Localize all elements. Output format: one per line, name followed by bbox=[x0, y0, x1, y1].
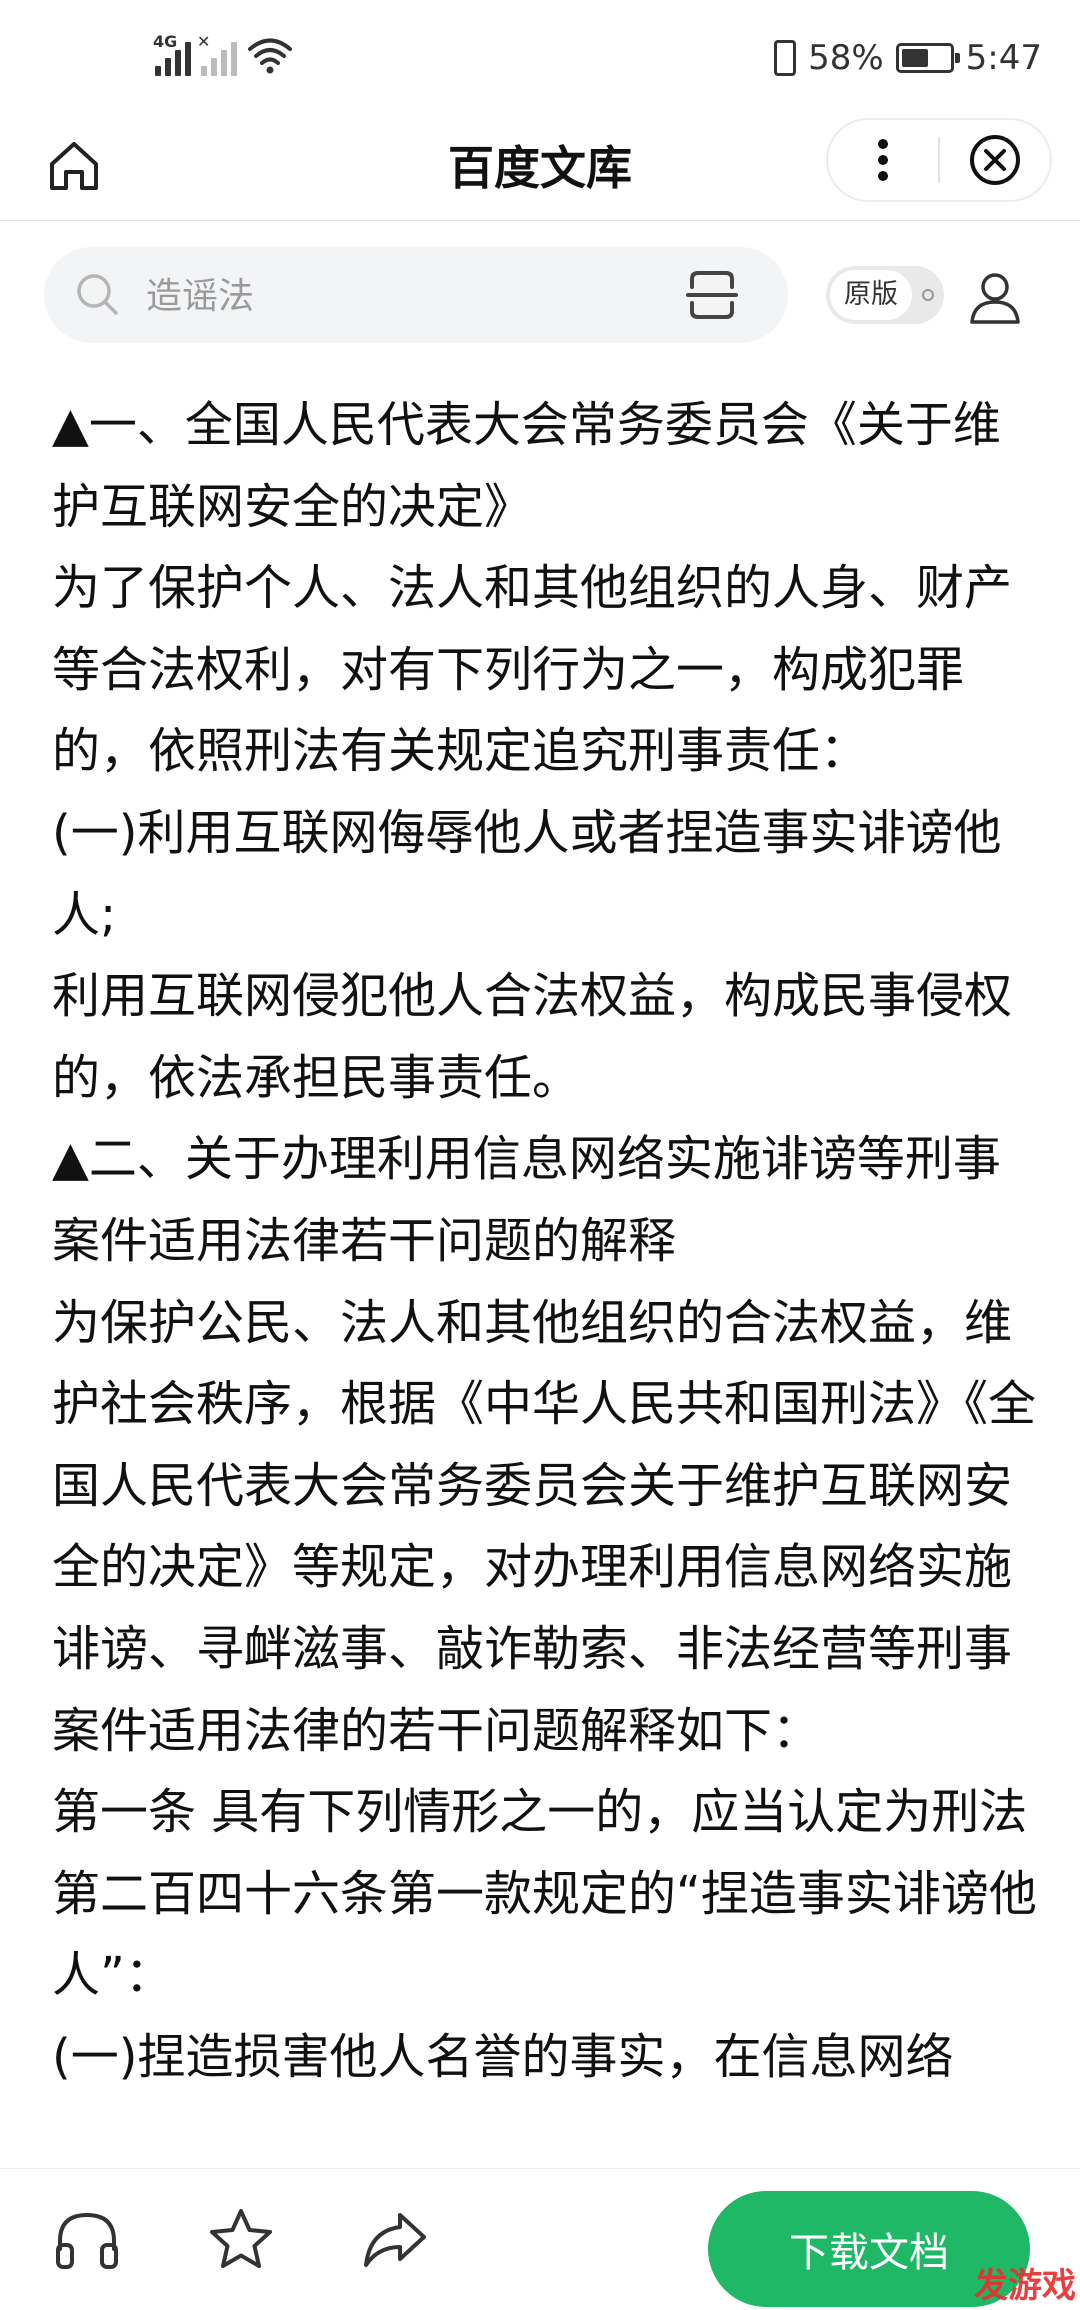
search-icon bbox=[77, 274, 118, 315]
doc-paragraph-partial: (一)捏造损害他人名誉的事实，在信息网络 bbox=[52, 2028, 954, 2085]
more-button[interactable] bbox=[828, 120, 938, 200]
vibrate-icon bbox=[774, 40, 797, 76]
doc-paragraph: (一)利用互联网侮辱他人或者捏造事实诽谤他人; bbox=[52, 804, 1002, 943]
battery-icon bbox=[895, 43, 960, 73]
close-button[interactable] bbox=[940, 120, 1050, 200]
site-watermark: 发游戏 bbox=[974, 2266, 1076, 2306]
original-version-toggle[interactable]: 原版 bbox=[826, 266, 944, 324]
doc-paragraph: 第一条 具有下列情形之一的，应当认定为刑法第二百四十六条第一款规定的“捏造事实诽… bbox=[52, 1784, 1037, 2004]
mini-program-capsule bbox=[826, 118, 1052, 202]
status-right: 58% 5:47 bbox=[774, 38, 1042, 78]
document-content: ▲一、全国人民代表大会常务委员会《关于维护互联网安全的决定》 为了保护个人、法人… bbox=[52, 385, 1042, 2163]
more-icon bbox=[878, 139, 888, 181]
doc-paragraph: 为了保护个人、法人和其他组织的人身、财产等合法权利，对有下列行为之一，构成犯罪的… bbox=[52, 560, 1013, 780]
doc-heading-1: ▲一、全国人民代表大会常务委员会《关于维护互联网安全的决定》 bbox=[52, 397, 1001, 535]
toggle-knob bbox=[922, 289, 934, 301]
scan-icon[interactable] bbox=[684, 267, 740, 323]
search-input[interactable] bbox=[144, 265, 668, 327]
doc-paragraph: 利用互联网侵犯他人合法权益，构成民事侵权的，依法承担民事责任。 bbox=[52, 968, 1013, 1106]
user-icon[interactable] bbox=[966, 268, 1024, 326]
battery-percent: 58% bbox=[808, 38, 884, 78]
page: 4G ✕ 58% 5:47 百度文库 造谣法 原版 ▲一、全国人民代表大会常务委… bbox=[0, 0, 1080, 2310]
star-icon[interactable] bbox=[206, 2205, 276, 2275]
status-left: 4G ✕ bbox=[153, 32, 293, 76]
clock: 5:47 bbox=[965, 38, 1042, 78]
headphones-icon[interactable] bbox=[52, 2205, 122, 2275]
battery-level bbox=[901, 49, 929, 67]
title-bar: 百度文库 bbox=[0, 118, 1080, 221]
second-signal-icon: ✕ bbox=[197, 32, 237, 76]
bottom-toolbar: 下载文档 发游戏 bbox=[0, 2168, 1080, 2310]
wifi-icon bbox=[248, 38, 292, 74]
search-bar[interactable] bbox=[44, 247, 788, 343]
doc-heading-2: ▲二、关于办理利用信息网络实施诽谤等刑事案件适用法律若干问题的解释 bbox=[52, 1131, 1001, 1269]
network-type-label: 4G bbox=[153, 32, 178, 51]
share-icon[interactable] bbox=[360, 2205, 430, 2275]
doc-paragraph: 为保护公民、法人和其他组织的合法权益，维护社会秩序，根据《中华人民共和国刑法》《… bbox=[52, 1294, 1037, 1759]
close-circle-icon bbox=[970, 135, 1020, 185]
cellular-signal-icon: 4G bbox=[153, 32, 191, 76]
status-bar: 4G ✕ 58% 5:47 bbox=[0, 0, 1080, 118]
original-toggle-label: 原版 bbox=[830, 270, 912, 320]
